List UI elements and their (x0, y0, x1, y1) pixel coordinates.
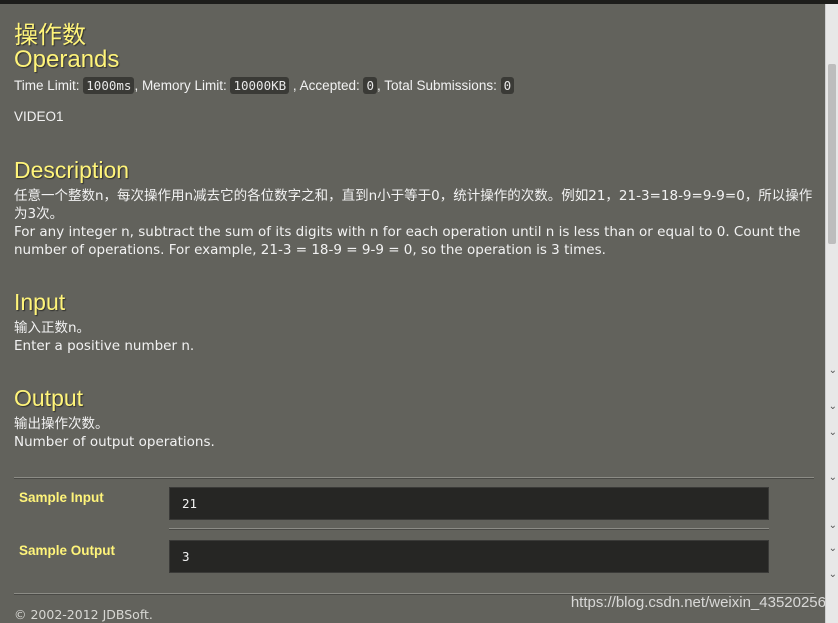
time-limit-value: 1000ms (83, 77, 135, 94)
memory-limit-value: 10000KB (230, 77, 290, 94)
divider (14, 477, 814, 479)
description-body: 任意一个整数n，每次操作用n减去它的各位数字之和，直到n小于等于0，统计操作的次… (14, 187, 814, 259)
input-zh: 输入正数n。 (14, 320, 91, 336)
time-limit-label: Time Limit: (14, 78, 80, 93)
problem-meta: Time Limit: 1000ms, Memory Limit: 10000K… (14, 76, 515, 96)
chevron-down-icon[interactable]: ⌄ (829, 544, 837, 554)
sample-input-box[interactable]: 21 (169, 487, 769, 520)
sample-output-label: Sample Output (19, 543, 116, 558)
chevron-down-icon[interactable]: ⌄ (829, 402, 837, 412)
description-zh: 任意一个整数n，每次操作用n减去它的各位数字之和，直到n小于等于0，统计操作的次… (14, 188, 813, 222)
top-border (0, 0, 838, 4)
chevron-down-icon[interactable]: ⌄ (829, 428, 837, 438)
description-en: For any integer n, subtract the sum of i… (14, 224, 801, 258)
chevron-down-icon[interactable]: ⌄ (829, 521, 837, 531)
output-en: Number of output operations. (14, 434, 215, 450)
total-submissions-label: , Total Submissions: (377, 78, 497, 93)
accepted-label: , Accepted: (292, 78, 360, 93)
input-en: Enter a positive number n. (14, 338, 195, 354)
sample-input-label: Sample Input (19, 490, 104, 505)
problem-title-en: Operands (14, 46, 120, 73)
input-body: 输入正数n。 Enter a positive number n. (14, 319, 814, 355)
sample-output-box[interactable]: 3 (169, 540, 769, 573)
footer-copyright: © 2002-2012 JDBSoft. (14, 607, 153, 622)
problem-source: VIDEO1 (14, 109, 64, 124)
problem-title-zh: 操作数 (14, 21, 86, 49)
watermark-url: https://blog.csdn.net/weixin_43520256 (570, 594, 826, 611)
chevron-down-icon[interactable]: ⌄ (829, 366, 837, 376)
chevron-down-icon[interactable]: ⌄ (829, 473, 837, 483)
total-submissions-value: 0 (500, 77, 515, 94)
memory-limit-label: , Memory Limit: (134, 78, 227, 93)
output-body: 输出操作次数。 Number of output operations. (14, 415, 814, 451)
chevron-down-icon[interactable]: ⌄ (829, 570, 837, 580)
divider (169, 528, 769, 530)
scrollbar[interactable]: ⌄ ⌄ ⌄ ⌄ ⌄ ⌄ ⌄ (825, 4, 838, 623)
accepted-value: 0 (363, 77, 378, 94)
output-heading: Output (14, 385, 84, 411)
input-heading: Input (14, 289, 66, 315)
output-zh: 输出操作次数。 (14, 416, 109, 432)
scrollbar-thumb[interactable] (828, 64, 836, 244)
description-heading: Description (14, 157, 130, 183)
